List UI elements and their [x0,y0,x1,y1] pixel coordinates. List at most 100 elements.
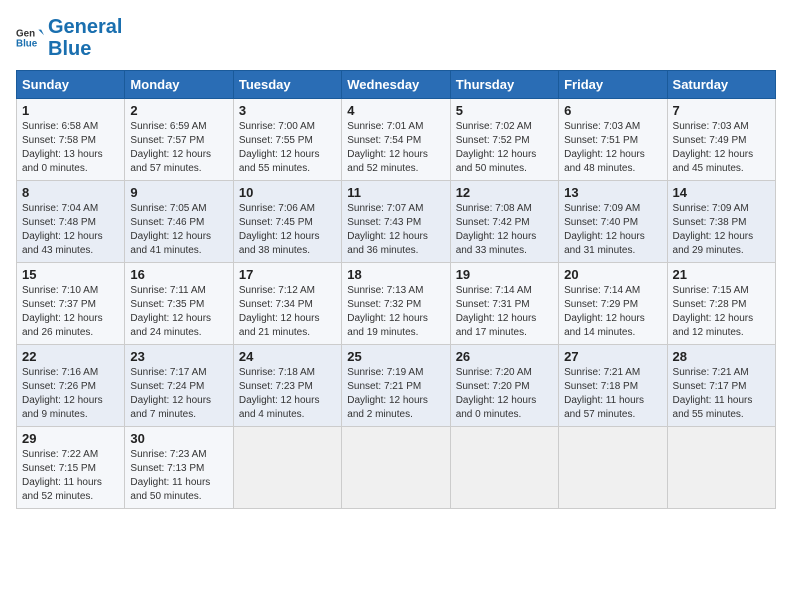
calendar-day-23: 23 Sunrise: 7:17 AMSunset: 7:24 PMDayligh… [125,345,233,427]
calendar-day-8: 8 Sunrise: 7:04 AMSunset: 7:48 PMDaylight… [17,181,125,263]
day-number: 15 [22,267,119,282]
calendar-day-26: 26 Sunrise: 7:20 AMSunset: 7:20 PMDayligh… [450,345,558,427]
day-info: Sunrise: 7:11 AMSunset: 7:35 PMDaylight:… [130,284,227,340]
calendar-day-3: 3 Sunrise: 7:00 AMSunset: 7:55 PMDaylight… [233,99,341,181]
day-number: 3 [239,103,336,118]
logo-icon: Gen Blue [16,24,44,52]
day-number: 18 [347,267,444,282]
day-number: 9 [130,185,227,200]
day-header-friday: Friday [559,71,667,99]
day-info: Sunrise: 7:23 AMSunset: 7:13 PMDaylight:… [130,448,227,504]
calendar-day-4: 4Sunrise: 7:01 AMSunset: 7:54 PMDaylight… [342,99,450,181]
day-info: Sunrise: 7:12 AMSunset: 7:34 PMDaylight:… [239,284,336,340]
day-number: 27 [564,349,661,364]
empty-cell [342,427,450,509]
day-number: 12 [456,185,553,200]
calendar-day-25: 25 Sunrise: 7:19 AMSunset: 7:21 PMDayligh… [342,345,450,427]
empty-cell [667,427,775,509]
calendar-day-18: 18 Sunrise: 7:13 AMSunset: 7:32 PMDayligh… [342,263,450,345]
day-header-sunday: Sunday [17,71,125,99]
day-info: Sunrise: 7:04 AMSunset: 7:48 PMDaylight:… [22,202,119,258]
day-number: 2 [130,103,227,118]
calendar-day-15: 15 Sunrise: 7:10 AMSunset: 7:37 PMDayligh… [17,263,125,345]
calendar-day-6: 6 Sunrise: 7:03 AMSunset: 7:51 PMDaylight… [559,99,667,181]
day-number: 23 [130,349,227,364]
day-info: Sunrise: 6:58 AMSunset: 7:58 PMDaylight:… [22,120,119,176]
day-info: Sunrise: 7:03 AMSunset: 7:49 PMDaylight:… [673,120,770,176]
calendar-day-2: 2 Sunrise: 6:59 AMSunset: 7:57 PMDaylight… [125,99,233,181]
day-info: Sunrise: 7:15 AMSunset: 7:28 PMDaylight:… [673,284,770,340]
calendar-day-21: 21 Sunrise: 7:15 AMSunset: 7:28 PMDayligh… [667,263,775,345]
calendar-day-13: 13 Sunrise: 7:09 AMSunset: 7:40 PMDayligh… [559,181,667,263]
day-header-tuesday: Tuesday [233,71,341,99]
day-number: 25 [347,349,444,364]
calendar-day-24: 24 Sunrise: 7:18 AMSunset: 7:23 PMDayligh… [233,345,341,427]
day-number: 8 [22,185,119,200]
day-info: Sunrise: 7:14 AMSunset: 7:31 PMDaylight:… [456,284,553,340]
day-info: Sunrise: 7:09 AMSunset: 7:38 PMDaylight:… [673,202,770,258]
calendar-day-29: 29 Sunrise: 7:22 AMSunset: 7:15 PMDayligh… [17,427,125,509]
calendar-day-9: 9 Sunrise: 7:05 AMSunset: 7:46 PMDaylight… [125,181,233,263]
day-info: Sunrise: 7:07 AMSunset: 7:43 PMDaylight:… [347,202,444,258]
day-info: Sunrise: 7:17 AMSunset: 7:24 PMDaylight:… [130,366,227,422]
day-info: Sunrise: 7:01 AMSunset: 7:54 PMDaylight:… [347,120,444,176]
calendar-day-27: 27Sunrise: 7:21 AMSunset: 7:18 PMDayligh… [559,345,667,427]
day-number: 13 [564,185,661,200]
day-info: Sunrise: 7:06 AMSunset: 7:45 PMDaylight:… [239,202,336,258]
calendar-day-5: 5Sunrise: 7:02 AMSunset: 7:52 PMDaylight… [450,99,558,181]
calendar-week-4: 22 Sunrise: 7:16 AMSunset: 7:26 PMDayligh… [17,345,776,427]
svg-text:Blue: Blue [16,38,38,49]
day-info: Sunrise: 7:20 AMSunset: 7:20 PMDaylight:… [456,366,553,422]
day-number: 24 [239,349,336,364]
logo-text-line1: General [48,16,122,38]
day-info: Sunrise: 7:21 AMSunset: 7:17 PMDaylight:… [673,366,770,422]
day-info: Sunrise: 7:14 AMSunset: 7:29 PMDaylight:… [564,284,661,340]
calendar-day-30: 30 Sunrise: 7:23 AMSunset: 7:13 PMDayligh… [125,427,233,509]
calendar-day-12: 12Sunrise: 7:08 AMSunset: 7:42 PMDayligh… [450,181,558,263]
calendar-week-1: 1 Sunrise: 6:58 AMSunset: 7:58 PMDaylight… [17,99,776,181]
day-info: Sunrise: 7:05 AMSunset: 7:46 PMDaylight:… [130,202,227,258]
day-number: 5 [456,103,553,118]
day-info: Sunrise: 7:19 AMSunset: 7:21 PMDaylight:… [347,366,444,422]
day-info: Sunrise: 7:16 AMSunset: 7:26 PMDaylight:… [22,366,119,422]
day-info: Sunrise: 7:10 AMSunset: 7:37 PMDaylight:… [22,284,119,340]
day-number: 17 [239,267,336,282]
day-number: 21 [673,267,770,282]
day-info: Sunrise: 7:03 AMSunset: 7:51 PMDaylight:… [564,120,661,176]
calendar-day-28: 28 Sunrise: 7:21 AMSunset: 7:17 PMDayligh… [667,345,775,427]
day-number: 29 [22,431,119,446]
day-number: 1 [22,103,119,118]
calendar-week-2: 8 Sunrise: 7:04 AMSunset: 7:48 PMDaylight… [17,181,776,263]
empty-cell [233,427,341,509]
day-number: 26 [456,349,553,364]
calendar-week-5: 29 Sunrise: 7:22 AMSunset: 7:15 PMDayligh… [17,427,776,509]
day-number: 22 [22,349,119,364]
day-info: Sunrise: 7:18 AMSunset: 7:23 PMDaylight:… [239,366,336,422]
day-number: 11 [347,185,444,200]
day-number: 28 [673,349,770,364]
logo: Gen Blue General Blue [16,16,122,60]
empty-cell [450,427,558,509]
day-info: Sunrise: 6:59 AMSunset: 7:57 PMDaylight:… [130,120,227,176]
page-header: Gen Blue General Blue [16,16,776,60]
calendar-day-17: 17 Sunrise: 7:12 AMSunset: 7:34 PMDayligh… [233,263,341,345]
calendar-week-3: 15 Sunrise: 7:10 AMSunset: 7:37 PMDayligh… [17,263,776,345]
empty-cell [559,427,667,509]
day-number: 10 [239,185,336,200]
logo-text-line2: Blue [48,38,122,60]
day-info: Sunrise: 7:22 AMSunset: 7:15 PMDaylight:… [22,448,119,504]
calendar-day-11: 11 Sunrise: 7:07 AMSunset: 7:43 PMDayligh… [342,181,450,263]
calendar-day-14: 14Sunrise: 7:09 AMSunset: 7:38 PMDayligh… [667,181,775,263]
day-info: Sunrise: 7:13 AMSunset: 7:32 PMDaylight:… [347,284,444,340]
day-header-monday: Monday [125,71,233,99]
day-number: 20 [564,267,661,282]
calendar-day-22: 22 Sunrise: 7:16 AMSunset: 7:26 PMDayligh… [17,345,125,427]
day-header-saturday: Saturday [667,71,775,99]
day-header-thursday: Thursday [450,71,558,99]
day-number: 30 [130,431,227,446]
day-info: Sunrise: 7:09 AMSunset: 7:40 PMDaylight:… [564,202,661,258]
day-number: 6 [564,103,661,118]
calendar-day-16: 16Sunrise: 7:11 AMSunset: 7:35 PMDayligh… [125,263,233,345]
day-info: Sunrise: 7:00 AMSunset: 7:55 PMDaylight:… [239,120,336,176]
calendar-day-20: 20 Sunrise: 7:14 AMSunset: 7:29 PMDayligh… [559,263,667,345]
